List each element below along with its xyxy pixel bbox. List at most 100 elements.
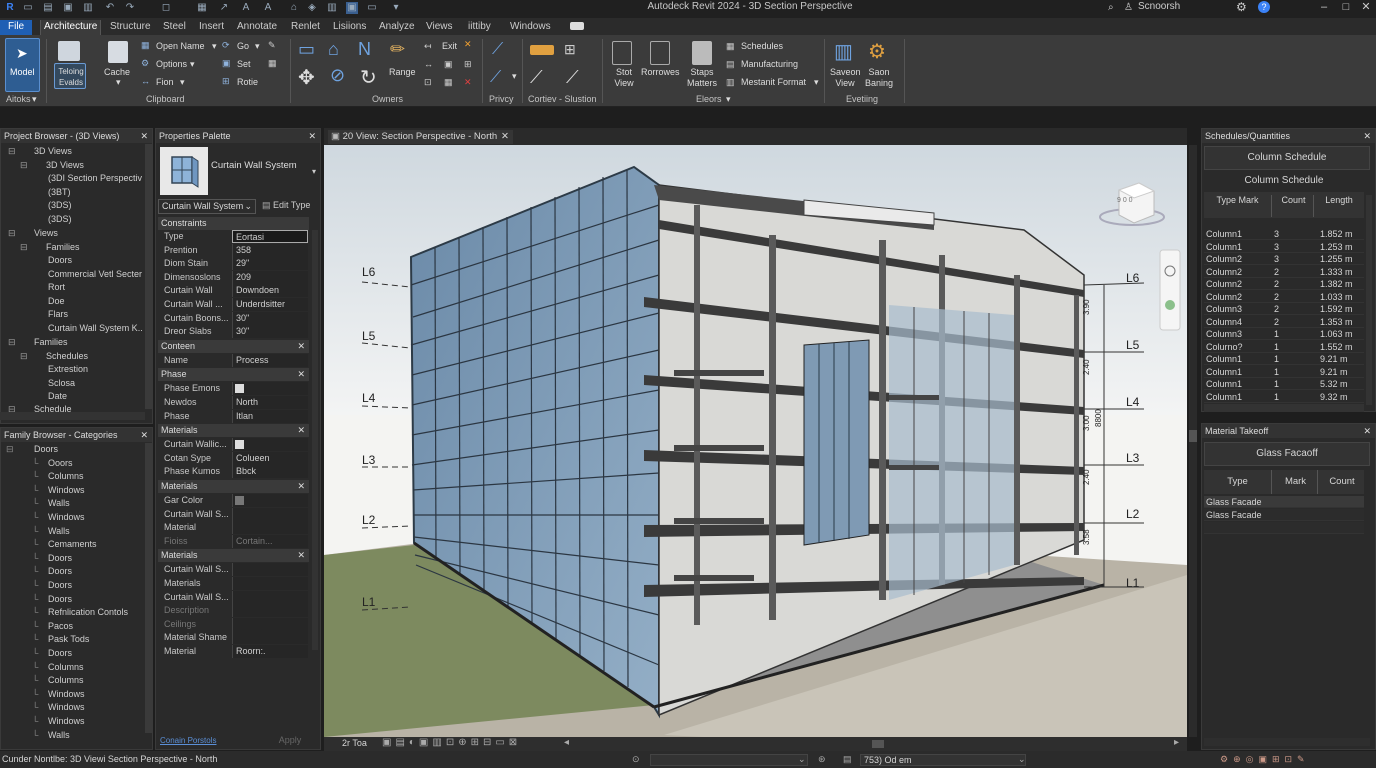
rotate-icon[interactable]: ↻ <box>360 65 377 90</box>
cache-icon[interactable] <box>108 41 128 63</box>
close-tool-icon[interactable]: ✕ <box>464 39 472 50</box>
fielding-icon[interactable] <box>58 41 80 61</box>
saon-baning-button[interactable]: Saon Baning <box>862 67 896 89</box>
table-row[interactable]: Column1 1 9.21 m <box>1204 353 1364 365</box>
split-icon[interactable]: ▣ <box>444 59 453 70</box>
table-row[interactable]: Column2 2 1.382 m <box>1204 278 1364 290</box>
trim-icon[interactable]: ↔ <box>424 59 433 69</box>
roof-icon[interactable]: ⌂ <box>328 39 339 60</box>
tree-item[interactable]: Flars <box>48 309 68 319</box>
property-value[interactable]: 30" <box>232 325 308 339</box>
close-icon[interactable]: ✕ <box>140 129 148 143</box>
property-value[interactable]: 30" <box>232 311 308 325</box>
tree-item[interactable]: 3D Views <box>34 146 72 156</box>
schedules-button[interactable]: Schedules <box>741 41 783 51</box>
saveon-view-button[interactable]: Saveon View <box>830 67 861 89</box>
scrollbar[interactable] <box>0 412 145 420</box>
table-row[interactable]: Column4 2 1.353 m <box>1204 316 1364 328</box>
user-name[interactable]: Scnoorsh <box>1138 1 1180 12</box>
privacy-icon[interactable]: ⟋ <box>492 41 503 59</box>
print-icon[interactable]: ▥ <box>82 2 94 14</box>
scale-control[interactable]: 2r Toa <box>342 738 367 748</box>
color-swatch[interactable] <box>235 496 244 505</box>
col-header-type-mark[interactable]: Type Mark <box>1204 195 1272 217</box>
wall-icon[interactable]: ▭ <box>298 39 315 60</box>
chevron-down-icon[interactable]: ▾ <box>814 77 819 88</box>
window-icon[interactable]: ▭ <box>366 2 378 14</box>
expand-icon[interactable]: ⊟ <box>20 160 28 171</box>
align-icon[interactable]: ⊞ <box>464 59 472 70</box>
panel-toggle-icon[interactable] <box>570 22 584 30</box>
tab-insert[interactable]: Insert <box>196 20 227 35</box>
property-value[interactable]: 358 <box>232 243 308 257</box>
building-icon[interactable]: ▦ <box>196 2 208 14</box>
workset-icon[interactable]: ⊙ <box>632 751 640 768</box>
dropdown-icon[interactable]: ▾ <box>390 2 402 14</box>
tab-lisiions[interactable]: Lisiions <box>330 20 369 35</box>
edit-type-button[interactable]: ▤ Edit Type <box>262 200 310 211</box>
design-options-icon[interactable]: ⊛ <box>818 751 826 768</box>
scrollbar[interactable] <box>1366 195 1372 405</box>
property-value[interactable] <box>232 590 308 604</box>
set-button[interactable]: Set <box>237 59 251 69</box>
tree-item[interactable]: Refnlication Contols <box>48 607 128 617</box>
tag-icon[interactable]: ↗ <box>218 2 230 14</box>
view-control-icons[interactable]: ▣▤◐▣▥⊡⊕⊞⊟▭⊠ <box>382 737 521 748</box>
undo-icon[interactable]: ↶ <box>104 2 116 14</box>
property-section-header[interactable]: Materials ✕ <box>158 424 309 438</box>
collapse-icon[interactable]: ✕ <box>297 340 305 353</box>
redo-icon[interactable]: ↷ <box>124 2 136 14</box>
go-button[interactable]: Go <box>237 41 249 51</box>
stair-icon[interactable]: ✏ <box>390 39 405 60</box>
tree-item[interactable]: (3BT) <box>48 187 71 197</box>
col-header-type[interactable]: Type <box>1204 470 1272 494</box>
tab-annotate[interactable]: Annotate <box>234 20 280 35</box>
tree-item[interactable]: (3DS) <box>48 214 72 224</box>
properties-help-link[interactable]: Conain Porstols <box>160 736 216 745</box>
grid-tool-icon[interactable]: ⊞ <box>564 41 576 58</box>
table-row[interactable]: Column1 1 9.21 m <box>1204 366 1364 378</box>
tree-item[interactable]: Walls <box>48 498 70 508</box>
tree-item[interactable]: Doors <box>48 648 72 658</box>
tree-item[interactable]: Ooors <box>48 458 73 468</box>
scroll-right-icon[interactable]: ▸ <box>1174 737 1179 748</box>
expand-icon[interactable]: ⊟ <box>20 242 28 253</box>
property-section-header[interactable]: Materials ✕ <box>158 480 309 493</box>
tab-renlet[interactable]: Renlet <box>288 20 323 35</box>
text-alt-icon[interactable]: A <box>262 2 274 14</box>
table-row[interactable]: Colurno? 1 1.552 m <box>1204 341 1364 353</box>
range-button[interactable]: Range <box>389 67 416 77</box>
collapse-icon[interactable]: ✕ <box>297 549 305 562</box>
exit-button[interactable]: Exit <box>442 41 457 51</box>
array-icon[interactable]: ▦ <box>444 77 453 88</box>
rorrowes-button[interactable]: Rorrowes <box>641 67 680 77</box>
property-value[interactable] <box>232 577 308 590</box>
material-takeoff-schedule-header[interactable]: Glass Facaoff <box>1204 442 1370 466</box>
tab-file[interactable]: File <box>0 20 33 35</box>
tab-structure[interactable]: Structure <box>107 20 154 35</box>
user-icon[interactable]: ♙ <box>1124 2 1133 13</box>
table-row[interactable]: Column3 1 1.063 m <box>1204 328 1364 340</box>
color-swatch[interactable] <box>235 440 244 450</box>
expand-icon[interactable]: ⊟ <box>8 337 16 348</box>
viewcube-label[interactable]: 9 0 0 <box>1117 197 1133 204</box>
tab-iittiby[interactable]: iittiby <box>465 20 494 35</box>
workset-dropdown[interactable] <box>650 754 808 766</box>
close-icon[interactable]: ✕ <box>1356 0 1376 16</box>
property-value[interactable]: Process <box>232 353 308 367</box>
tree-item[interactable]: Views <box>34 228 58 238</box>
tree-item[interactable]: Families <box>46 242 80 252</box>
home-icon[interactable]: ⌂ <box>288 2 300 14</box>
saveon-view-icon[interactable]: ▥ <box>834 39 853 64</box>
tree-item[interactable]: Windows <box>48 716 85 726</box>
revit-logo-icon[interactable]: R <box>4 2 16 14</box>
tree-item[interactable]: Doors <box>48 255 72 265</box>
open-name-button[interactable]: Open Name <box>156 41 205 51</box>
navigation-bar[interactable] <box>1159 249 1181 331</box>
offset-icon[interactable]: ⊡ <box>424 77 432 88</box>
options-button[interactable]: Options <box>156 59 187 69</box>
tree-item[interactable]: Walls <box>48 526 70 536</box>
measure-icon[interactable]: ◻ <box>160 2 172 14</box>
chevron-down-icon[interactable]: ⌄ <box>798 751 806 768</box>
zoom-dropdown[interactable]: 753) Od em <box>860 754 1026 766</box>
